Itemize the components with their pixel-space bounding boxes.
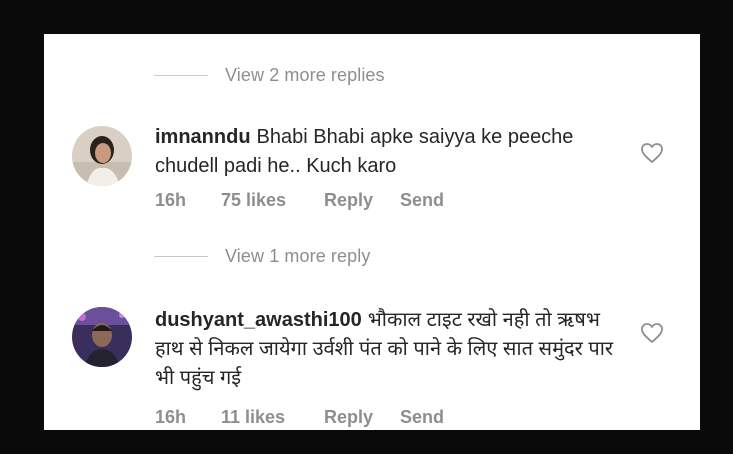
- comments-panel: View 2 more replies imnanndu Bhabi Bhabi …: [44, 34, 700, 430]
- heart-outline-icon[interactable]: [640, 142, 664, 164]
- comment-username[interactable]: imnanndu: [155, 126, 251, 148]
- view-more-replies-button[interactable]: View 2 more replies: [154, 65, 385, 86]
- profile-photo-man-icon: [72, 307, 132, 367]
- comment-meta: 16h 11 likes Reply Send: [155, 407, 444, 428]
- thread-line: [154, 75, 208, 76]
- heart-outline-icon[interactable]: [640, 322, 664, 344]
- reply-button[interactable]: Reply: [324, 190, 400, 211]
- comment-likes[interactable]: 11 likes: [221, 407, 324, 428]
- view-more-replies-button[interactable]: View 1 more reply: [154, 246, 370, 267]
- avatar[interactable]: [72, 126, 132, 186]
- view-more-label: View 1 more reply: [225, 246, 371, 266]
- comment-text: dushyant_awasthi100 भौकाल टाइट रखो नही तो…: [155, 306, 625, 393]
- comment-username[interactable]: dushyant_awasthi100: [155, 309, 362, 331]
- comment-meta: 16h 75 likes Reply Send: [155, 190, 444, 211]
- comment-time: 16h: [155, 407, 187, 427]
- profile-photo-woman-icon: [72, 126, 132, 186]
- reply-button[interactable]: Reply: [324, 407, 400, 428]
- send-button[interactable]: Send: [400, 190, 444, 211]
- comment-likes[interactable]: 75 likes: [221, 190, 324, 211]
- thread-line: [154, 256, 208, 257]
- comment-text: imnanndu Bhabi Bhabi apke saiyya ke peech…: [155, 123, 625, 181]
- send-button[interactable]: Send: [400, 407, 444, 428]
- avatar[interactable]: [72, 307, 132, 367]
- comment-time: 16h: [155, 190, 187, 210]
- view-more-label: View 2 more replies: [225, 65, 385, 85]
